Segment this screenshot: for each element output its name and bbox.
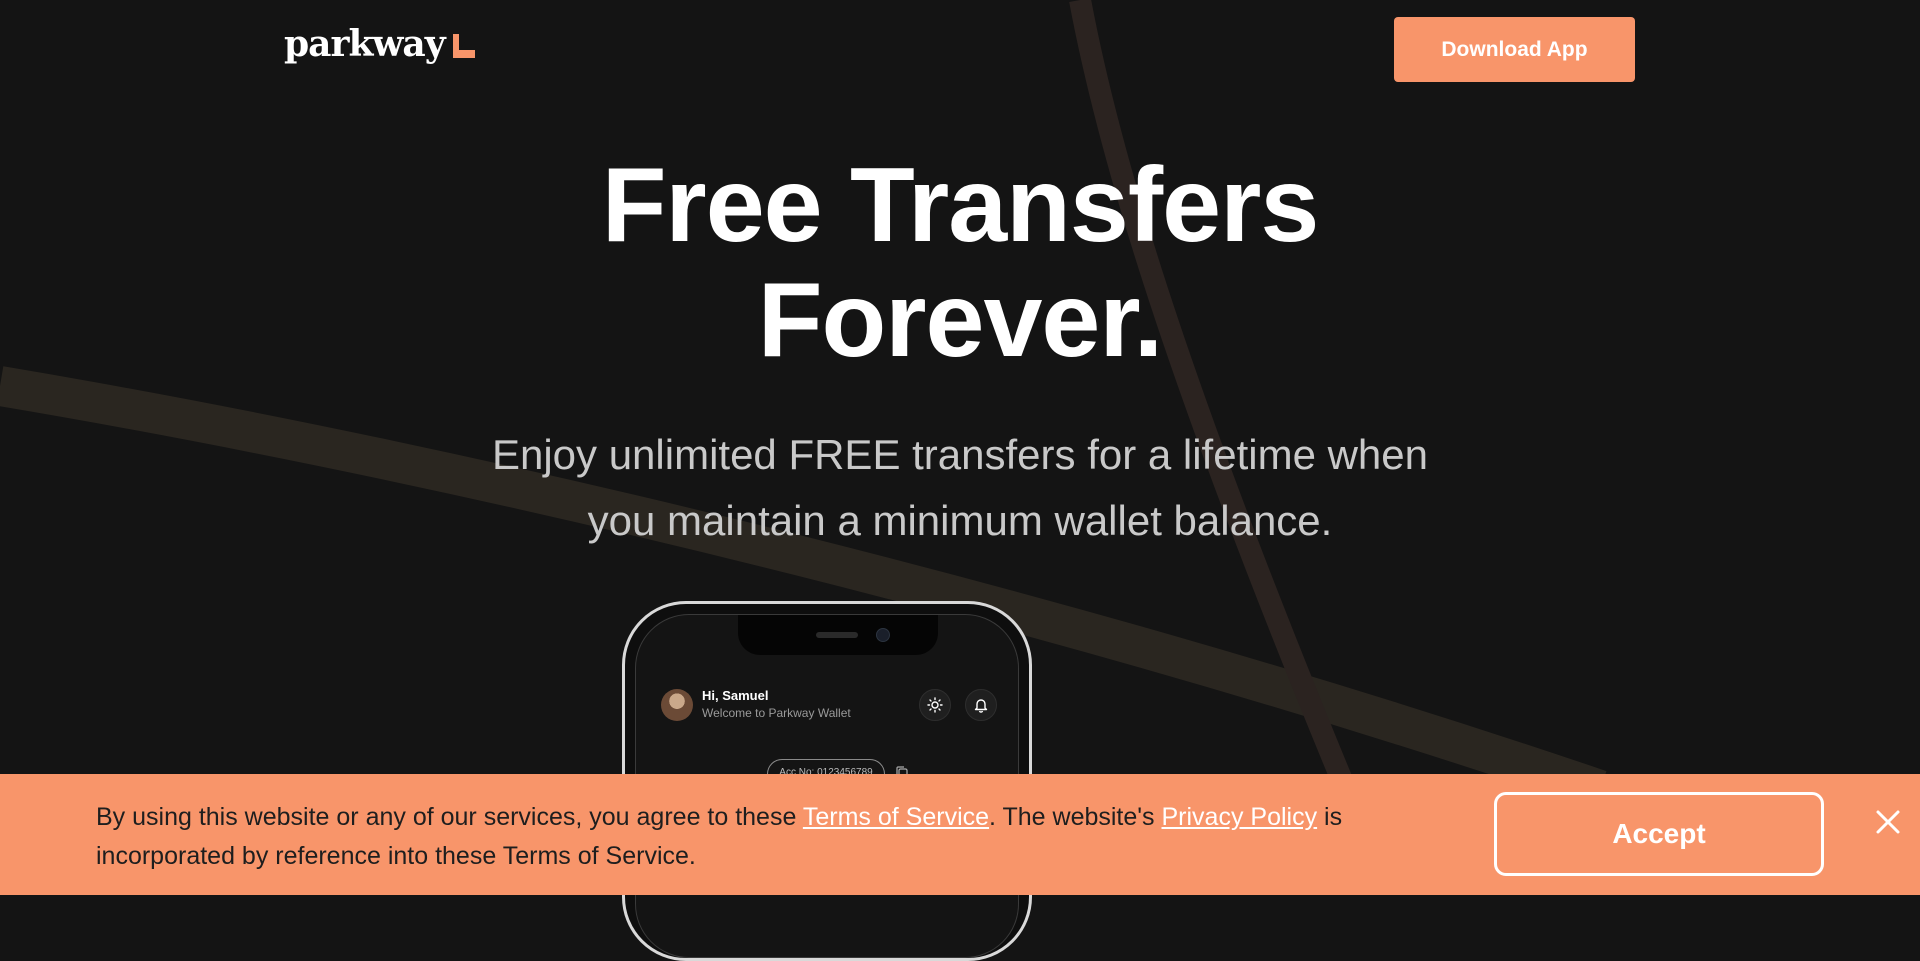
logo-mark-icon xyxy=(452,34,475,58)
camera-icon xyxy=(876,628,890,642)
accept-button[interactable]: Accept xyxy=(1494,792,1824,876)
avatar xyxy=(661,689,693,721)
hero-subtitle-line2: you maintain a minimum wallet balance. xyxy=(587,497,1333,544)
hero-title: Free Transfers Forever. xyxy=(360,148,1560,378)
download-app-button[interactable]: Download App xyxy=(1394,17,1635,82)
terms-of-service-link[interactable]: Terms of Service xyxy=(803,803,989,831)
welcome-text: Welcome to Parkway Wallet xyxy=(702,706,851,720)
cookie-consent-text: By using this website or any of our serv… xyxy=(96,798,1396,876)
sun-icon xyxy=(927,697,943,713)
hero-title-line2: Forever. xyxy=(757,261,1163,379)
hero-subtitle-line1: Enjoy unlimited FREE transfers for a lif… xyxy=(491,431,1429,478)
greeting-text: Hi, Samuel xyxy=(702,688,769,703)
bell-icon xyxy=(974,699,988,713)
theme-toggle xyxy=(919,689,951,721)
cookie-text-before: By using this website or any of our serv… xyxy=(96,803,803,831)
cookie-text-middle: . The website's xyxy=(989,803,1162,831)
phone-notch xyxy=(738,615,938,655)
privacy-policy-link[interactable]: Privacy Policy xyxy=(1162,803,1318,831)
parkway-logo[interactable]: parkway xyxy=(284,26,477,62)
close-cookie-button[interactable] xyxy=(1872,806,1904,838)
hero-title-line1: Free Transfers xyxy=(601,146,1320,264)
notifications-button xyxy=(965,689,997,721)
notch-speaker xyxy=(816,632,858,638)
logo-text: parkway xyxy=(284,23,446,65)
hero-subtitle: Enjoy unlimited FREE transfers for a lif… xyxy=(360,422,1560,554)
close-icon xyxy=(1876,810,1900,834)
cookie-consent-bar: By using this website or any of our serv… xyxy=(0,774,1920,895)
